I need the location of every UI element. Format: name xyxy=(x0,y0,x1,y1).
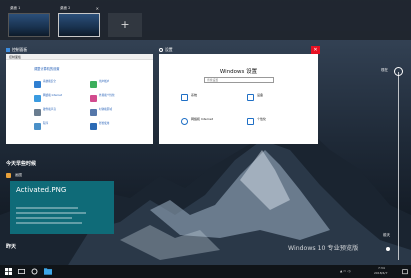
cp-item-appearance[interactable]: 外观和个性化 xyxy=(90,94,144,106)
activity-app-name: 画图 xyxy=(15,173,22,177)
gear-icon xyxy=(159,48,163,52)
taskbar-time[interactable]: 7:34 xyxy=(378,266,385,270)
laptop-icon xyxy=(181,94,188,101)
cp-item-label: 系统和安全 xyxy=(43,80,56,83)
cp-item-label: 外观和个性化 xyxy=(99,94,115,97)
printer-icon xyxy=(34,109,41,116)
settings-item-personalization[interactable]: 个性化 xyxy=(247,117,291,130)
settings-item-label: 网络和 Internet xyxy=(191,117,213,121)
globe-icon xyxy=(181,118,188,125)
settings-item-system[interactable]: 系统 xyxy=(181,93,225,106)
settings-card-title[interactable]: 设置 xyxy=(159,46,173,54)
activity-preview-line xyxy=(16,207,78,209)
cp-item-label: 程序 xyxy=(43,122,49,125)
start-windows-icon[interactable] xyxy=(4,267,13,276)
cp-item-ease-of-access[interactable]: 轻松使用 xyxy=(90,122,144,134)
desktop-1[interactable]: 桌面 1 xyxy=(8,6,50,37)
desktop-2-thumbnail[interactable] xyxy=(58,13,100,37)
taskbar: ▲ ▭ ◁) 7:34 2018/4/7 xyxy=(0,265,411,278)
keyboard-icon xyxy=(247,94,254,101)
notification-center-icon[interactable] xyxy=(400,267,409,276)
desktop-2-label: 桌面 2 xyxy=(60,6,71,10)
network-icon xyxy=(34,95,41,102)
windows-watermark: Windows 10 专业预览版 xyxy=(288,245,359,252)
cp-item-label: 网络和 Internet xyxy=(43,94,62,97)
users-icon xyxy=(90,81,97,88)
cp-item-hardware[interactable]: 硬件和声音 xyxy=(34,108,88,120)
scroll-indicator-dot xyxy=(386,247,390,251)
cp-item-label: 用户帐户 xyxy=(99,80,110,83)
control-panel-title: 控制面板 xyxy=(12,47,28,52)
ease-of-access-icon xyxy=(90,123,97,130)
activity-card[interactable]: Activated.PNG xyxy=(10,181,114,234)
activity-app-row[interactable]: 画图 xyxy=(6,173,22,178)
control-panel-breadcrumb: 控制面板 xyxy=(6,54,153,60)
settings-item-label: 系统 xyxy=(191,93,198,97)
control-panel-icon xyxy=(6,48,10,52)
virtual-desktop-strip: 桌面 1 桌面 2 ✕ + xyxy=(0,0,411,40)
cp-item-clock-region[interactable]: 时钟和区域 xyxy=(90,108,144,120)
settings-title: 设置 xyxy=(165,47,173,52)
control-panel-window-thumbnail[interactable]: 控制面板 调整计算机的设置 系统和安全 网络和 Internet 硬件和声音 程… xyxy=(6,54,153,144)
taskbar-date[interactable]: 2018/4/7 xyxy=(374,271,387,275)
settings-heading: Windows 设置 xyxy=(219,69,258,75)
settings-item-label: 个性化 xyxy=(257,117,267,121)
control-panel-card-title[interactable]: 控制面板 xyxy=(6,46,27,54)
desktop-2[interactable]: 桌面 2 ✕ xyxy=(58,6,100,37)
cp-item-label: 时钟和区域 xyxy=(99,108,112,111)
timeline-section-today: 今天早些时候 xyxy=(6,161,37,167)
cp-item-label: 硬件和声音 xyxy=(43,108,56,111)
cp-item-network[interactable]: 网络和 Internet xyxy=(34,94,88,106)
timeline-scrubber-track[interactable] xyxy=(398,72,399,260)
timeline-earlier-label: 前天 xyxy=(383,233,390,237)
timeline-scrubber-handle[interactable] xyxy=(394,67,403,76)
paint-icon xyxy=(6,173,11,178)
cp-item-label: 轻松使用 xyxy=(99,122,110,125)
task-view-icon[interactable] xyxy=(17,267,26,276)
clock-icon xyxy=(90,109,97,116)
shield-icon xyxy=(34,81,41,88)
activity-preview-line xyxy=(16,222,82,224)
new-desktop-button[interactable]: + xyxy=(108,13,142,37)
settings-item-network[interactable]: 网络和 Internet xyxy=(181,117,225,130)
activity-preview-line xyxy=(16,212,86,214)
cp-item-programs[interactable]: 程序 xyxy=(34,122,88,134)
desktop-1-label: 桌面 1 xyxy=(10,6,21,10)
control-panel-heading: 调整计算机的设置 xyxy=(34,67,60,71)
activity-card-title: Activated.PNG xyxy=(16,186,67,194)
file-explorer-icon[interactable] xyxy=(43,267,52,276)
tray-icons[interactable]: ▲ ▭ ◁) xyxy=(340,269,351,273)
appearance-icon xyxy=(90,95,97,102)
close-window-button[interactable]: ✕ xyxy=(311,46,320,54)
brush-icon xyxy=(247,118,254,125)
timeline-now-label: 现在 xyxy=(381,68,388,72)
timeline-section-earlier: 昨天 xyxy=(6,244,17,250)
cp-item-system-security[interactable]: 系统和安全 xyxy=(34,80,88,92)
desktop-1-thumbnail[interactable] xyxy=(8,13,50,37)
cp-item-user-accounts[interactable]: 用户帐户 xyxy=(90,80,144,92)
settings-item-label: 设备 xyxy=(257,93,264,97)
close-desktop-icon[interactable]: ✕ xyxy=(96,6,99,11)
settings-search-input[interactable]: 查找设置 xyxy=(204,77,274,83)
settings-item-devices[interactable]: 设备 xyxy=(247,93,291,106)
programs-icon xyxy=(34,123,41,130)
settings-window-thumbnail[interactable]: Windows 设置 查找设置 系统 设备 网络和 Internet 个性化 xyxy=(159,54,318,144)
cortana-icon[interactable] xyxy=(30,267,39,276)
activity-preview-line xyxy=(16,217,72,219)
